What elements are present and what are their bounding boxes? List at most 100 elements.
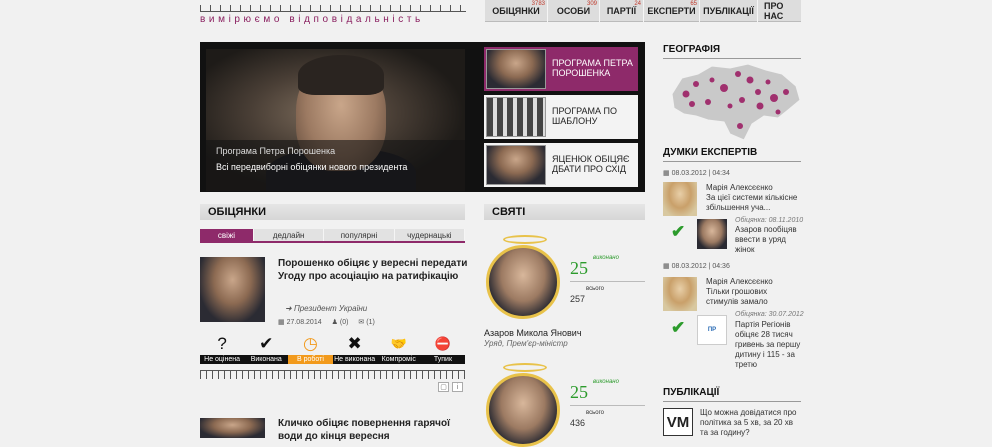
promise-author-name: Президент України	[293, 304, 368, 313]
promise-votes-value: (0)	[339, 319, 349, 326]
promise-votes[interactable]: ♟ (0)	[332, 318, 349, 326]
hero-item-yatsenyuk[interactable]: Яценюк обіцяє дбати про схід	[484, 143, 638, 187]
expert-date: ▦ 08.03.2012 | 04:36	[663, 262, 730, 270]
calendar-icon: ▦	[663, 170, 670, 177]
status-in-progress[interactable]: ◷ В роботі	[288, 333, 333, 364]
expert-opinion[interactable]: Марія Алексєєнко За цієї системи кількісн…	[706, 183, 801, 213]
clock-icon: ◷	[303, 334, 318, 353]
expert-photo[interactable]	[663, 182, 697, 216]
saint-total-label: всього	[586, 286, 604, 292]
cross-icon: ✖	[347, 334, 362, 353]
vm-logo[interactable]: VM	[663, 408, 693, 436]
nav-publications[interactable]: Публікації	[700, 0, 758, 22]
promises-heading: Обіцянки	[200, 204, 465, 220]
promise-author[interactable]: ➜ Президент України	[285, 304, 367, 313]
status-label: В роботі	[288, 355, 333, 364]
nav-count: 24	[634, 1, 641, 7]
status-not-rated[interactable]: ? Не оцінена	[200, 333, 245, 364]
hero-item-thumb	[486, 49, 546, 89]
info-icon[interactable]: i	[452, 382, 463, 392]
check-icon: ✔	[671, 318, 686, 337]
geo-heading: Географія	[663, 44, 801, 59]
print-icon[interactable]: ▢	[438, 382, 449, 392]
nav-experts[interactable]: Експерти 65	[644, 0, 700, 22]
status-label: Тупик	[420, 355, 466, 364]
tab-popular[interactable]: популярні	[324, 229, 395, 241]
tab-fresh[interactable]: свіжі	[200, 229, 254, 241]
saint-done-count: 25	[570, 382, 588, 402]
tab-weird[interactable]: чудернацькі	[394, 229, 465, 241]
nav-parties[interactable]: Партії 24	[600, 0, 644, 22]
expert-date-value: 08.03.2012 | 04:36	[671, 263, 730, 270]
promise-title-link[interactable]: Порошенко обіцяє у вересні передати Угод…	[278, 257, 468, 283]
ukraine-map[interactable]	[668, 60, 802, 144]
nav-label: Обіцянки	[492, 6, 540, 16]
nav-about[interactable]: Про нас	[758, 0, 801, 22]
hero-item-poroshenko[interactable]: Програма Петра Порошенка	[484, 47, 638, 91]
hero-photo-hair	[298, 55, 384, 95]
promise-author-photo[interactable]	[200, 257, 265, 322]
promise-status-bar: ? Не оцінена ✔ Виконана ◷ В роботі ✖ Не вико…	[200, 333, 466, 364]
status-done[interactable]: ✔ Виконана	[244, 333, 289, 364]
status-label: Не оцінена	[200, 355, 245, 364]
site-tagline: вимірюємо відповідальність	[200, 14, 424, 25]
expert-promise-date: Обіцянка: 08.11.2010	[735, 217, 804, 224]
handshake-icon: 🤝	[390, 336, 407, 351]
expert-date: ▦ 08.03.2012 | 04:34	[663, 169, 730, 177]
halo-icon	[503, 363, 547, 372]
hero-caption[interactable]: Програма Петра Порошенка Всі передвиборн…	[206, 140, 465, 192]
hero-caption-subtitle: Всі передвиборні обіцянки нового президе…	[216, 162, 408, 172]
expert-name: Марія Алексєєнко	[706, 183, 773, 192]
status-compromise[interactable]: 🤝 Компроміс	[376, 333, 421, 364]
expert-date-value: 08.03.2012 | 04:34	[671, 170, 730, 177]
comment-icon: ✉	[358, 319, 365, 326]
expert-promise-link[interactable]: Партія Регіонів обіцяє 28 тисяч гривень …	[735, 320, 801, 370]
saint-photo[interactable]	[486, 245, 560, 319]
experts-heading: Думки експертів	[663, 147, 801, 162]
saint-divider	[570, 281, 645, 282]
status-not-done[interactable]: ✖ Не виконана	[332, 333, 377, 364]
saint-total-count: 436	[570, 418, 586, 428]
status-ruler	[200, 370, 465, 379]
person-icon: ♟	[331, 319, 338, 326]
status-deadlock[interactable]: ⛔ Тупик	[420, 333, 466, 364]
saint-role: Уряд, Прем'єр-міністр	[484, 339, 568, 348]
status-label: Компроміс	[376, 355, 421, 364]
hero-item-thumb	[486, 145, 546, 185]
tab-deadline[interactable]: дедлайн	[254, 229, 325, 241]
expert-promise-link[interactable]: Азаров пообіцяв ввести в уряд жінок	[735, 225, 801, 255]
saint-total-label: всього	[586, 410, 604, 416]
hero-item-template[interactable]: Програма по шаблону	[484, 95, 638, 139]
promise-comments[interactable]: ✉ (1)	[358, 318, 374, 326]
expert-name: Марія Алексєєнко	[706, 277, 773, 286]
expert-promise-date: Обіцянка: 30.07.2012	[735, 311, 804, 318]
nav-label: Особи	[556, 6, 591, 16]
header-ruler	[200, 0, 466, 12]
promise-person-photo[interactable]	[697, 219, 727, 249]
publications-heading: Публікації	[663, 387, 801, 402]
nav-promises[interactable]: Обіцянки 3783	[485, 0, 548, 22]
promise2-author-photo[interactable]	[200, 418, 265, 438]
nav-label: Експерти	[647, 6, 696, 16]
halo-icon	[503, 235, 547, 244]
nav-persons[interactable]: Особи 309	[548, 0, 600, 22]
party-regions-logo[interactable]: ПР	[697, 315, 727, 345]
calendar-icon: ▦	[663, 263, 670, 270]
promise-meta: ▦ 27.08.2014 ♟ (0) ✉ (1)	[278, 318, 375, 326]
expert-text: За цієї системи кількісне збільшення уча…	[706, 193, 798, 212]
expert-opinion[interactable]: Марія Алексєєнко Тільки грошових стимулів…	[706, 277, 801, 307]
saint-photo[interactable]	[486, 373, 560, 447]
expert-photo[interactable]	[663, 277, 697, 311]
check-icon: ✔	[671, 222, 686, 241]
top-navigation: Обіцянки 3783 Особи 309 Партії 24 Експерти 6…	[485, 0, 801, 22]
hero-caption-title: Програма Петра Порошенка	[216, 146, 336, 156]
hero-item-label: Програма по шаблону	[552, 106, 618, 126]
promise2-title-link[interactable]: Кличко обіцяє повернення гарячої води до…	[278, 417, 468, 443]
saint-total-count: 257	[570, 294, 586, 304]
promise-date: ▦ 27.08.2014	[278, 318, 322, 326]
saint-name[interactable]: Азаров Микола Янович	[484, 328, 582, 338]
promise-date-value: 27.08.2014	[286, 319, 322, 326]
status-label: Не виконана	[332, 355, 377, 364]
promise-comments-value: (1)	[366, 319, 375, 326]
saint-done-count: 25	[570, 258, 588, 278]
